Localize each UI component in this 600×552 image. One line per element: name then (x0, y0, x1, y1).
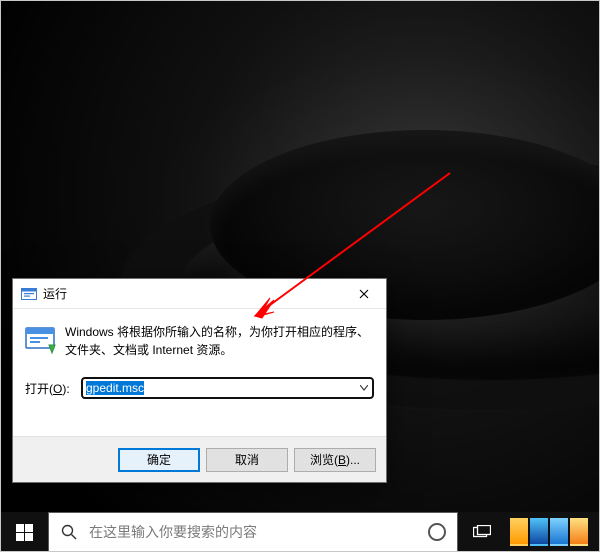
open-input[interactable] (81, 377, 374, 399)
titlebar[interactable]: 运行 (13, 279, 386, 309)
button-row: 确定 取消 浏览(B)... (13, 436, 386, 482)
cortana-icon[interactable] (417, 523, 457, 541)
cancel-button[interactable]: 取消 (206, 448, 288, 472)
pinned-app[interactable] (530, 518, 548, 546)
dialog-description: Windows 将根据你所输入的名称，为你打开相应的程序、文件夹、文档或 Int… (65, 323, 374, 359)
open-label: 打开(O): (25, 380, 81, 397)
dialog-body: Windows 将根据你所输入的名称，为你打开相应的程序、文件夹、文档或 Int… (13, 309, 386, 436)
pinned-app[interactable] (570, 518, 588, 546)
ok-button[interactable]: 确定 (118, 448, 200, 472)
open-combobox[interactable] (81, 377, 374, 399)
pinned-app[interactable] (510, 518, 528, 546)
pinned-app[interactable] (550, 518, 568, 546)
run-dialog: 运行 Windows 将根据你所输入的名称，为你打开相应的程序、文件夹、文档或 … (12, 278, 387, 483)
browse-button[interactable]: 浏览(B)... (294, 448, 376, 472)
close-button[interactable] (341, 279, 386, 309)
start-button[interactable] (0, 512, 48, 552)
search-icon (49, 524, 89, 540)
run-dialog-icon (21, 286, 37, 302)
task-view-button[interactable] (458, 525, 506, 539)
taskbar: 在这里输入你要搜索的内容 (0, 512, 600, 552)
chevron-down-icon[interactable] (355, 378, 373, 398)
taskbar-search[interactable]: 在这里输入你要搜索的内容 (48, 512, 458, 552)
search-placeholder: 在这里输入你要搜索的内容 (89, 522, 417, 542)
taskbar-pinned-apps (506, 518, 588, 546)
run-icon (25, 323, 61, 358)
dialog-title: 运行 (43, 285, 67, 302)
